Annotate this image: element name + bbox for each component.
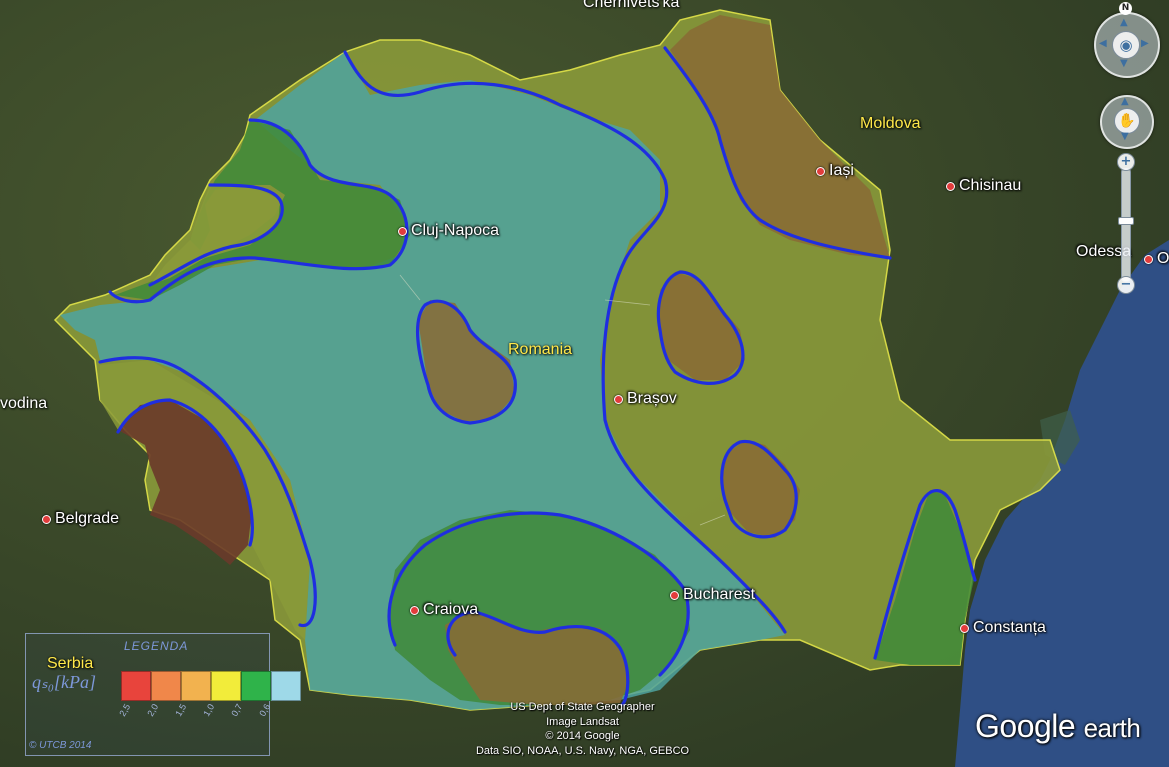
zoom-slider-thumb[interactable] xyxy=(1118,217,1134,225)
city-label: Bucharest xyxy=(683,586,756,603)
zoom-out-button[interactable]: − xyxy=(1117,276,1135,294)
zoom-slider[interactable] xyxy=(1121,168,1131,282)
country-label-serbia: Serbia xyxy=(47,655,94,672)
city-marker-icon xyxy=(960,623,969,633)
legend-panel: LEGENDA qₛ₀[kPa] 2,5 2,0 1,5 1,0 0,7 0,6 © UT… xyxy=(25,633,301,756)
attribution-line: © 2014 Google xyxy=(545,730,620,742)
city-marker-icon xyxy=(614,394,623,404)
look-left-arrow-icon[interactable]: ◀ xyxy=(1099,38,1107,49)
city-marker-icon xyxy=(670,590,679,600)
place-brasov[interactable]: Brașov xyxy=(614,390,677,408)
country-label-moldova: Moldova xyxy=(860,115,921,132)
place-bucharest[interactable]: Bucharest xyxy=(670,586,755,604)
city-marker-icon xyxy=(410,605,419,615)
brand-earth: earth xyxy=(1083,713,1141,743)
brand-google: Google xyxy=(975,708,1076,744)
legend-swatches xyxy=(121,671,301,701)
city-marker-icon xyxy=(946,181,955,191)
city-marker-icon xyxy=(398,226,407,236)
place-craiova[interactable]: Craiova xyxy=(410,601,478,619)
city-label: Iași xyxy=(829,162,854,179)
map-view[interactable]: Chernivets'ka Moldova Romania vodina Iaș… xyxy=(0,0,1169,767)
place-iasi[interactable]: Iași xyxy=(816,162,854,180)
city-label: Chisinau xyxy=(959,177,1022,194)
region-label-vojvodina: vodina xyxy=(0,395,48,412)
city-label: Constanța xyxy=(973,619,1046,636)
look-right-arrow-icon[interactable]: ▶ xyxy=(1141,38,1149,49)
legend-swatch xyxy=(271,671,301,701)
legend-title: LEGENDA xyxy=(124,639,189,653)
legend-swatch xyxy=(241,671,271,701)
legend-quantity: qₛ₀[kPa] xyxy=(32,672,96,692)
region-label-chernivtsi: Chernivets'ka xyxy=(583,0,680,11)
city-label: Belgrade xyxy=(55,510,120,527)
city-label: Cluj-Napoca xyxy=(411,222,500,239)
place-cluj-napoca[interactable]: Cluj-Napoca xyxy=(398,222,499,240)
legend-ticks: 2,5 2,0 1,5 1,0 0,7 0,6 xyxy=(117,702,272,728)
city-label: Craiova xyxy=(423,601,479,618)
google-earth-logo: Google earth xyxy=(975,708,1141,745)
legend-tick-label: 2,5 xyxy=(117,702,133,718)
legend-copyright: © UTCB 2014 xyxy=(29,740,92,751)
city-marker-icon xyxy=(42,514,51,524)
place-belgrade[interactable]: Belgrade xyxy=(42,510,119,528)
zoom-in-button[interactable]: + xyxy=(1117,153,1135,171)
city-label: Od xyxy=(1157,250,1169,267)
attribution-line: US Dept of State Geographer xyxy=(510,701,655,713)
look-up-arrow-icon[interactable]: ▲ xyxy=(1120,17,1128,28)
city-label: Brașov xyxy=(627,390,677,407)
legend-swatch xyxy=(181,671,211,701)
attribution-line: Data SIO, NOAA, U.S. Navy, NGA, GEBCO xyxy=(475,744,690,757)
pan-down-arrow-icon[interactable]: ▼ xyxy=(1121,131,1129,142)
place-chisinau[interactable]: Chisinau xyxy=(946,177,1021,195)
legend-tick-label: 1,5 xyxy=(173,702,189,718)
legend-tick-label: 0,7 xyxy=(229,702,245,718)
place-constanta[interactable]: Constanța xyxy=(960,619,1046,637)
north-indicator[interactable]: N xyxy=(1119,2,1132,15)
pan-up-arrow-icon[interactable]: ▲ xyxy=(1121,96,1129,107)
look-down-arrow-icon[interactable]: ▼ xyxy=(1120,58,1128,69)
place-odessa-partial[interactable]: Od xyxy=(1144,250,1169,268)
attribution-line: Image Landsat xyxy=(546,715,619,728)
legend-tick-label: 1,0 xyxy=(201,702,217,718)
attribution: US Dept of State Geographer Image Landsa… xyxy=(460,700,705,758)
legend-swatch xyxy=(121,671,151,701)
city-marker-icon xyxy=(816,166,825,176)
eye-icon[interactable]: ◉ xyxy=(1112,31,1140,59)
country-label-romania: Romania xyxy=(508,341,573,358)
legend-swatch xyxy=(151,671,181,701)
legend-tick-label: 2,0 xyxy=(145,702,161,718)
legend-swatch xyxy=(211,671,241,701)
city-marker-icon xyxy=(1144,254,1153,264)
